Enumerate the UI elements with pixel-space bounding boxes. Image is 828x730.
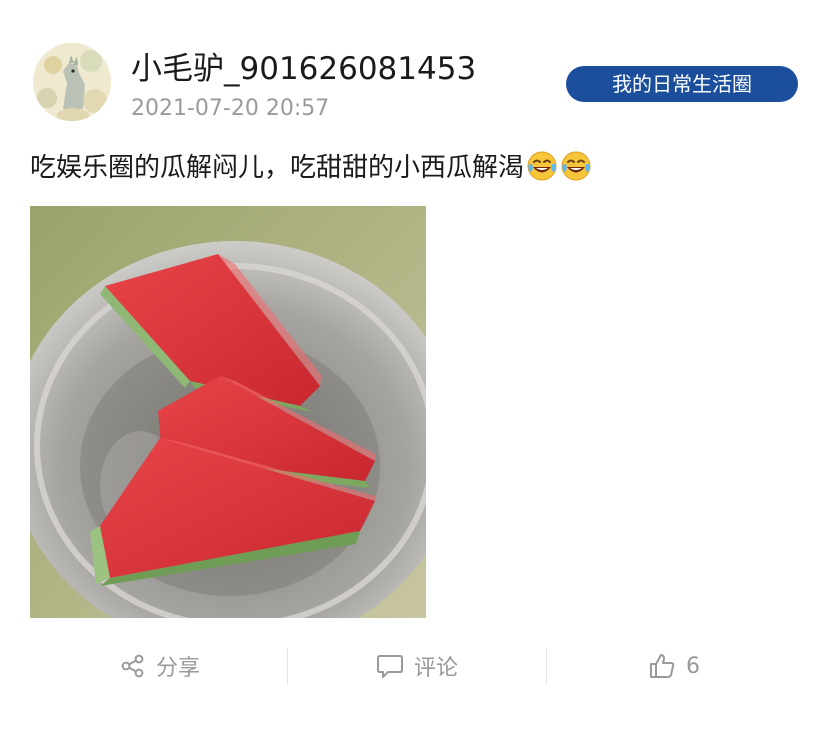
username[interactable]: 小毛驴_901626081453 xyxy=(131,50,476,88)
circle-tag-button[interactable]: 我的日常生活圈 xyxy=(566,66,798,102)
post-photo-watermelon-bowl[interactable] xyxy=(30,206,426,618)
avatar[interactable] xyxy=(33,43,111,121)
comment-button[interactable]: 评论 xyxy=(376,640,458,692)
share-label: 分享 xyxy=(156,656,201,681)
action-bar: 分享 评论 6 xyxy=(0,640,828,692)
like-count: 6 xyxy=(686,653,700,679)
share-icon xyxy=(120,653,146,679)
avatar-image xyxy=(33,43,111,121)
post-text: 吃娱乐圈的瓜解闷儿，吃甜甜的小西瓜解渴 xyxy=(30,153,525,183)
post-header: 小毛驴_901626081453 2021-07-20 20:57 我的日常生活… xyxy=(0,0,828,140)
laughing-tears-emoji-icon xyxy=(526,150,558,182)
post-text-line: 吃娱乐圈的瓜解闷儿，吃甜甜的小西瓜解渴 xyxy=(30,148,592,188)
comment-label: 评论 xyxy=(414,656,459,681)
action-divider xyxy=(546,648,547,684)
comment-icon xyxy=(376,653,404,679)
thumbs-up-icon xyxy=(648,652,676,680)
share-button[interactable]: 分享 xyxy=(120,640,200,692)
action-divider xyxy=(287,648,288,684)
laughing-tears-emoji-icon xyxy=(560,150,592,182)
like-button[interactable]: 6 xyxy=(648,640,700,692)
post-timestamp: 2021-07-20 20:57 xyxy=(131,96,330,121)
